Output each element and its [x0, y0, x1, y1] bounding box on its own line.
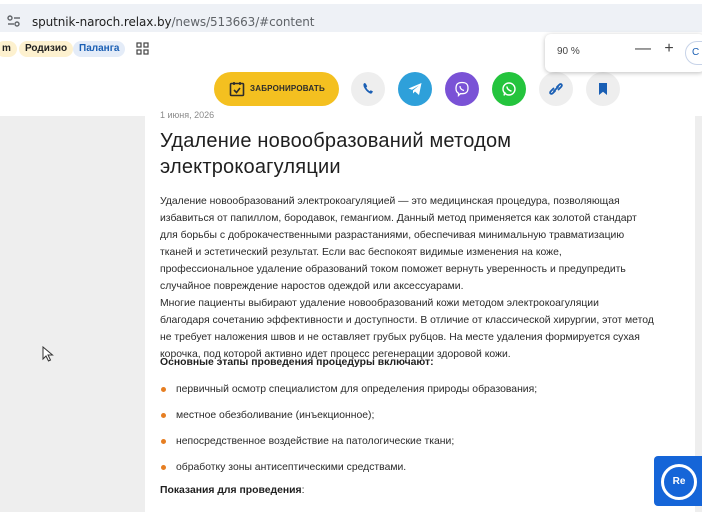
list-item-text: непосредственное воздействие на патологи…: [176, 436, 455, 447]
body-line: благодаря сочетанию эффективности и дост…: [160, 315, 654, 326]
list-item-text: местное обезболивание (инъекционное);: [176, 410, 375, 421]
phone-icon: [363, 83, 373, 94]
whatsapp-button[interactable]: [492, 72, 526, 106]
bullet-icon: [161, 439, 166, 444]
mouse-cursor-icon: [42, 345, 54, 362]
url-field[interactable]: sputnik-naroch.relax.by/news/513663/#con…: [0, 4, 702, 32]
list-item-text: обработку зоны антисептическими средства…: [176, 462, 407, 473]
zoom-level: 90 %: [557, 46, 580, 57]
bookmark-item[interactable]: m: [0, 41, 17, 57]
indications-bold: Показания для проведения: [160, 485, 302, 496]
list-item: местное обезболивание (инъекционное);: [160, 407, 680, 433]
bookmark-item-palanga[interactable]: Паланга: [73, 41, 126, 57]
zoom-out-button[interactable]: —: [633, 40, 653, 58]
indications-tail: :: [301, 485, 305, 496]
calendar-check-icon: [229, 81, 245, 97]
section-heading: Основные этапы проведения процедуры вклю…: [160, 357, 434, 368]
zoom-in-button[interactable]: +: [659, 40, 679, 58]
body-line: для борьбы с доброкачественными разраста…: [160, 230, 625, 241]
chat-widget-button[interactable]: Re: [654, 456, 702, 506]
zoom-popup: 90 % — + C: [545, 34, 702, 72]
steps-list: первичный осмотр специалистом для опреде…: [160, 381, 680, 485]
article-date: 1 июня, 2026: [160, 110, 215, 120]
book-button[interactable]: ЗАБРОНИРОВАТЬ: [214, 72, 339, 106]
article-body: Удаление новообразований электрокоагуляц…: [160, 193, 690, 363]
phone-button[interactable]: [351, 72, 385, 106]
telegram-icon: [408, 83, 422, 95]
book-button-label: ЗАБРОНИРОВАТЬ: [250, 84, 325, 93]
bullet-icon: [161, 465, 166, 470]
whatsapp-icon: [502, 82, 516, 96]
link-icon: [549, 83, 563, 95]
list-item: обработку зоны антисептическими средства…: [160, 459, 680, 485]
list-item: непосредственное воздействие на патологи…: [160, 433, 680, 459]
bullet-icon: [161, 387, 166, 392]
body-line: не требует наложения швов и не оставляет…: [160, 332, 640, 343]
bookmark-item-rodizio[interactable]: Родизио: [19, 41, 74, 57]
indications-heading: Показания для проведения:: [160, 485, 304, 496]
address-bar: sputnik-naroch.relax.by/news/513663/#con…: [0, 0, 702, 36]
bullet-icon: [161, 413, 166, 418]
chat-widget-label: Re: [661, 464, 697, 500]
site-settings-icon[interactable]: [6, 14, 22, 28]
telegram-button[interactable]: [398, 72, 432, 106]
list-item: первичный осмотр специалистом для опреде…: [160, 381, 680, 407]
body-line: Многие пациенты выбирают удаление новооб…: [160, 298, 599, 309]
body-line: случайное повреждение наростов одеждой и…: [160, 281, 464, 292]
url-host: sputnik-naroch.relax.by: [32, 15, 172, 29]
body-line: тканей и эстетический результат. Если ва…: [160, 247, 562, 258]
body-line: профессиональное удаление образований то…: [160, 264, 626, 275]
body-line: Удаление новообразований электрокоагуляц…: [160, 196, 620, 207]
list-item-text: первичный осмотр специалистом для опреде…: [176, 384, 538, 395]
bookmark-button[interactable]: [586, 72, 620, 106]
body-line: избавиться от папиллом, бородавок, геман…: [160, 213, 637, 224]
zoom-reset-button[interactable]: C: [685, 41, 702, 65]
url-text[interactable]: sputnik-naroch.relax.by/news/513663/#con…: [32, 15, 314, 29]
url-path: /news/513663/#content: [171, 15, 315, 29]
apps-grid-icon[interactable]: [136, 42, 150, 56]
viber-icon: [455, 81, 469, 97]
bookmark-icon: [599, 83, 607, 95]
viber-button[interactable]: [445, 72, 479, 106]
article-title: Удаление новообразований методом электро…: [160, 130, 512, 178]
copy-link-button[interactable]: [539, 72, 573, 106]
